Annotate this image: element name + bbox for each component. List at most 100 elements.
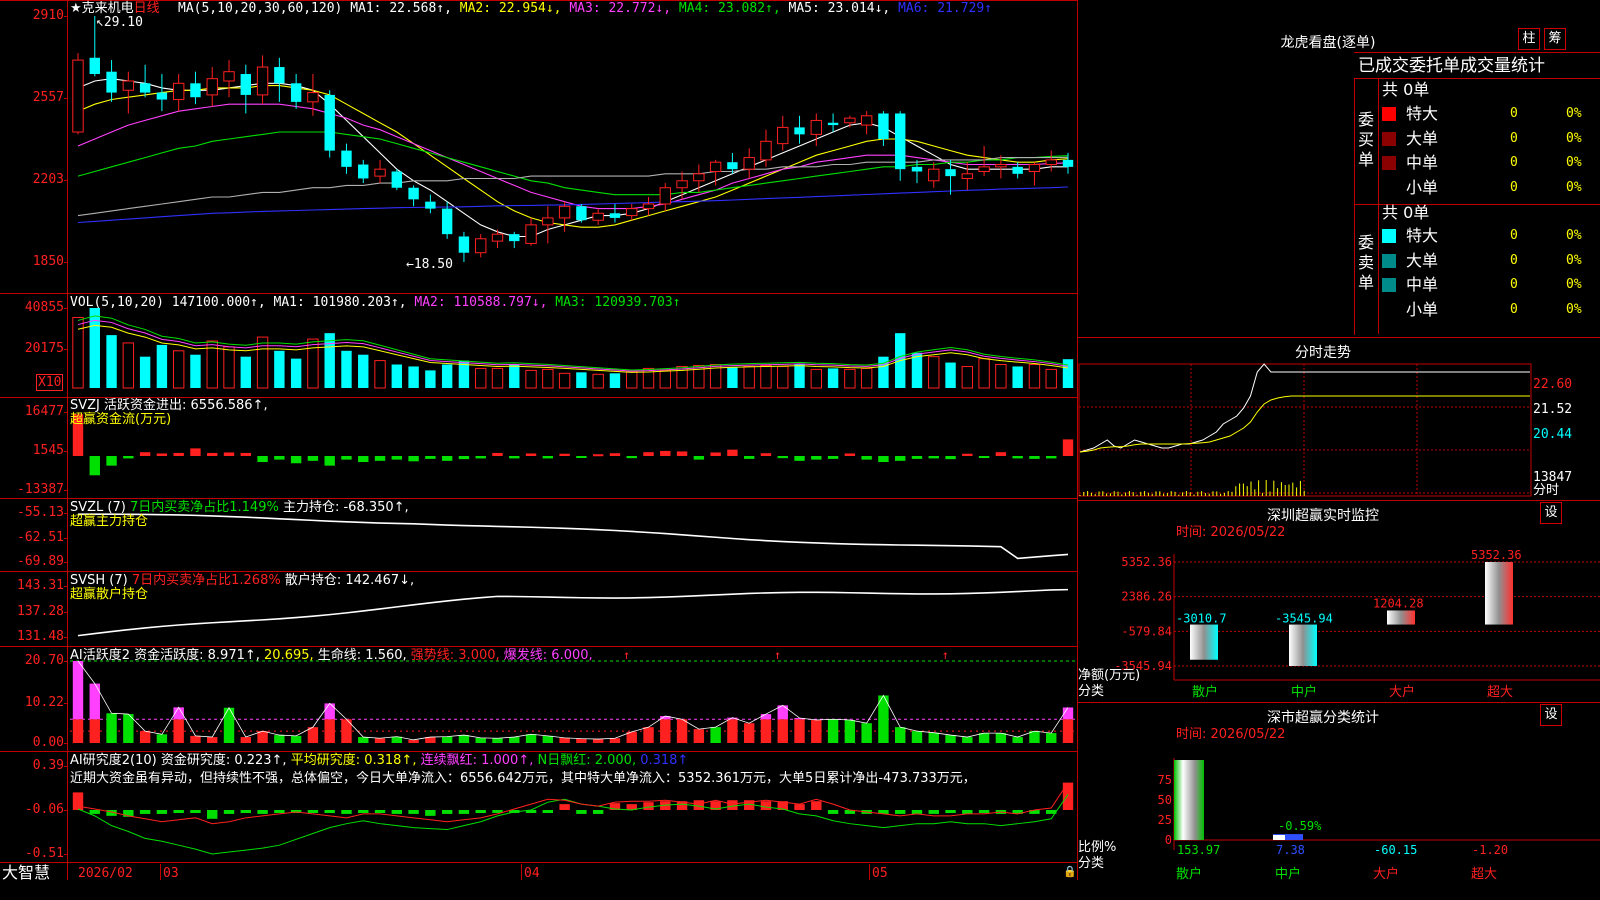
lock-icon[interactable]: 🔒	[1063, 864, 1077, 879]
fund-flow-bar	[576, 456, 587, 458]
bar-chart-button[interactable]: 柱	[1518, 28, 1540, 50]
candle-body	[810, 119, 823, 135]
volume-bar	[592, 373, 604, 389]
intraday-chart[interactable]	[1078, 362, 1600, 500]
research-bar	[794, 804, 805, 810]
ai1-tick-label: 20.70	[24, 653, 64, 668]
volume-bar	[256, 336, 269, 389]
ai2-tick-label: -0.06	[24, 802, 64, 817]
volume-bar	[961, 365, 974, 389]
volume-bar	[156, 344, 168, 388]
research-bar	[307, 810, 319, 813]
activity-bar	[458, 735, 470, 743]
y-tick	[64, 180, 68, 181]
legend-item: 连续飘红: 1.000↑,	[420, 753, 538, 768]
volume-tick-label: 40855	[24, 300, 64, 315]
fund-flow-bar	[408, 456, 419, 462]
order-size-label: 中单	[1406, 275, 1439, 294]
svzl-panel	[77, 513, 1069, 560]
panel-frames	[0, 0, 1078, 880]
svzj-panel	[72, 414, 1074, 476]
fund-flow-bar	[1012, 456, 1023, 459]
volume-bar	[341, 350, 352, 388]
fund-flow-bar	[1062, 439, 1074, 456]
classify-bar-label: -0.59%	[1278, 819, 1322, 833]
volume-bar	[106, 335, 117, 388]
monitor-value-label: 1204.28	[1373, 596, 1424, 610]
fund-flow-bar	[475, 456, 486, 459]
stock-name: ★克来机电	[70, 1, 134, 16]
fund-flow-bar	[710, 452, 721, 456]
intraday-divider	[1078, 337, 1600, 338]
candle-body	[609, 213, 621, 218]
monitor-tick-label: 2386.26	[1121, 590, 1172, 604]
fund-flow-bar	[257, 456, 268, 463]
classify-tick-label: 0	[1165, 833, 1172, 847]
activity-bar	[72, 719, 84, 743]
activity-bar	[895, 727, 906, 743]
candle-body	[978, 166, 990, 172]
activity-bar	[660, 719, 671, 743]
date-divider-04	[521, 864, 522, 880]
classify-category-label: 超大	[1471, 867, 1497, 882]
volume-bar	[1045, 368, 1057, 389]
dragon-panel-title: 龙虎看盘(逐单)	[1280, 35, 1376, 51]
activity-bar	[408, 739, 419, 743]
activity-bar	[525, 734, 537, 743]
monitor-time: 时间: 2026/05/22	[1176, 525, 1286, 540]
fund-flow-bar	[811, 456, 822, 460]
candle-body	[290, 83, 302, 102]
volume-bar	[659, 369, 671, 389]
order-size-label: 特大	[1406, 104, 1439, 123]
research-bar	[727, 800, 738, 810]
research-bar	[190, 810, 201, 813]
volume-bar	[475, 367, 487, 389]
order-color-swatch	[1382, 131, 1396, 146]
activity-arrow: ↑	[623, 648, 630, 662]
activity-bar	[643, 727, 654, 743]
candle-body	[172, 82, 185, 101]
activity-bar	[911, 731, 923, 743]
candle-body	[458, 236, 470, 253]
activity-bar	[441, 736, 453, 743]
fund-flow-bar	[173, 452, 184, 456]
svsh-tick-label: 131.48	[17, 629, 64, 644]
fund-flow-bar	[609, 453, 621, 456]
fund-flow-bar	[509, 456, 520, 459]
y-tick	[64, 490, 68, 491]
activity-bar	[257, 731, 268, 743]
order-size-label: 大单	[1406, 250, 1439, 270]
candle-body	[89, 57, 100, 75]
fund-flow-bar	[123, 456, 134, 459]
volume-bar	[911, 352, 923, 388]
activity-bar	[710, 727, 721, 743]
research-bar	[895, 810, 906, 814]
research-bar	[827, 810, 839, 814]
price-tick-label: 2910	[32, 8, 64, 23]
fund-flow-bar	[777, 456, 788, 459]
date-label-03: 03	[163, 866, 179, 881]
volume-bar	[995, 364, 1007, 389]
volume-bar	[844, 368, 856, 389]
activity-bar	[240, 737, 251, 743]
order-color-swatch	[1382, 253, 1396, 268]
chip-button[interactable]: 筹	[1544, 28, 1566, 50]
period-label: 日线	[133, 1, 160, 16]
svzj-legend: SVZJ 活跃资金进出: 6556.586↑,	[70, 398, 268, 413]
fund-flow-bar	[743, 456, 755, 459]
volume-bar	[777, 365, 789, 389]
candle-body	[659, 187, 671, 205]
y-tick	[64, 703, 68, 704]
fund-flow-bar	[441, 456, 453, 461]
volume-bar	[727, 367, 738, 388]
ai1-tick-label: 10.22	[24, 695, 64, 710]
activity-bar	[207, 737, 218, 743]
legend-item: MA1: 101980.203↑,	[273, 295, 415, 310]
price-ma-legend: MA(5,10,20,30,60,120) MA1: 22.568↑, MA2:…	[178, 1, 992, 16]
order-size-label: 中单	[1406, 153, 1439, 172]
activity-bar	[760, 719, 772, 743]
classify-settings-button[interactable]: 设	[1540, 704, 1562, 726]
order-size-label: 大单	[1406, 128, 1439, 148]
candle-body	[122, 80, 135, 91]
monitor-settings-button[interactable]: 设	[1540, 502, 1562, 524]
